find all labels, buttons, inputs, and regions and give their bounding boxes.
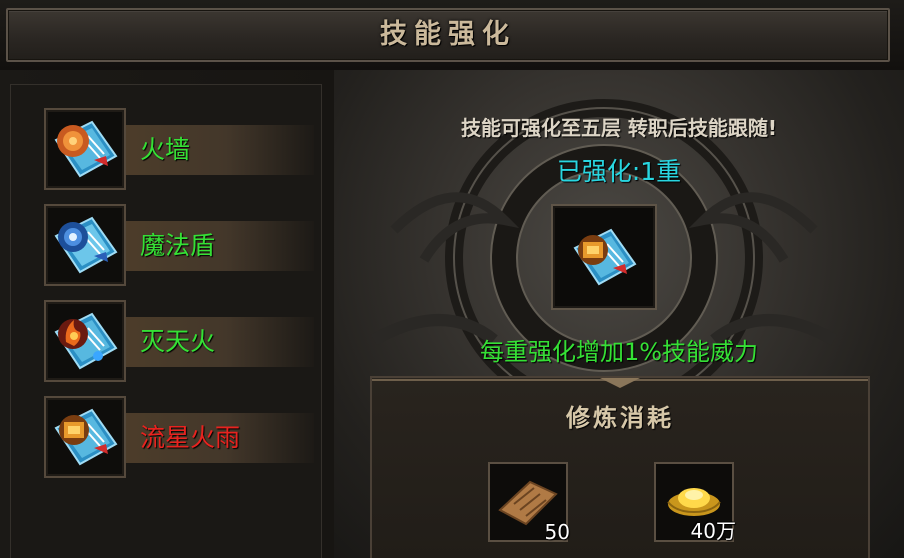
skill-item-fire-wall[interactable]: 火墙 [44, 108, 314, 190]
meteor-fire-rain-skill-icon [573, 228, 637, 286]
skill-item-magic-shield[interactable]: 魔法盾 [44, 204, 314, 286]
enhance-panel: 技能可强化至五层 转职后技能跟随! 已强化:1重 每重强化增加1%技能威力 修炼… [334, 70, 904, 558]
magic-shield-skill-icon [44, 204, 126, 286]
meteor-fire-rain-skill-icon [44, 396, 126, 478]
cost-count-gold: 40万 [690, 519, 736, 543]
title-bar: 技能强化 [0, 0, 904, 70]
skill-item-heaven-fire[interactable]: 灭天火 [44, 300, 314, 382]
skill-item-meteor-fire-rain[interactable]: 流星火雨 [44, 396, 314, 478]
enhance-hint-text: 技能可强化至五层 转职后技能跟随! [460, 116, 778, 140]
skill-name-meteor-fire-rain: 流星火雨 [140, 423, 241, 452]
cost-title: 修炼消耗 [566, 403, 674, 432]
skill-name-heaven-fire: 灭天火 [140, 327, 216, 356]
cost-count-scroll: 50 [544, 520, 570, 544]
selected-skill-slot [551, 204, 657, 310]
skill-name-magic-shield: 魔法盾 [140, 231, 216, 260]
skill-list-panel: 火墙 魔法盾 灭天火 流星火雨 [0, 70, 334, 558]
enhance-bonus-text: 每重强化增加1%技能威力 [479, 338, 759, 366]
cost-panel: 修炼消耗 50 40万 [370, 376, 870, 558]
fire-wall-skill-icon [44, 108, 126, 190]
window-title: 技能强化 [380, 19, 516, 50]
cost-panel-ornament [372, 378, 868, 388]
heaven-fire-skill-icon [44, 300, 126, 382]
cost-item-gold: 40万 [654, 462, 736, 543]
title-plate: 技能强化 [6, 8, 890, 62]
skill-name-fire-wall: 火墙 [140, 135, 191, 164]
enhance-level-text: 已强化:1重 [556, 157, 682, 186]
cost-item-scroll: 50 [488, 462, 570, 544]
